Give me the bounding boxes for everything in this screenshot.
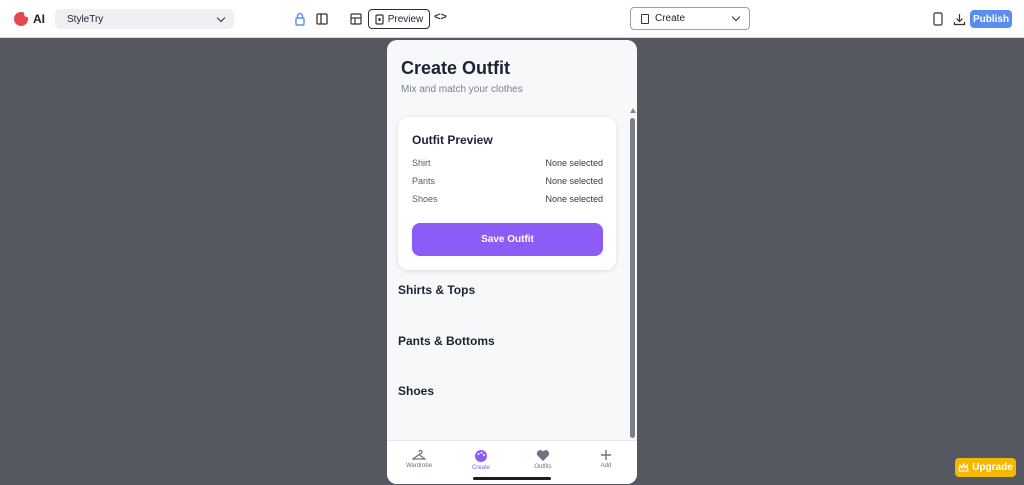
row-value: None selected (545, 158, 603, 168)
palette-icon (475, 450, 487, 462)
section-shirts-tops[interactable]: Shirts & Tops (398, 283, 475, 297)
row-label: Shirt (412, 158, 431, 168)
phone-preview: Create Outfit Mix and match your clothes… (387, 40, 637, 484)
pants-row: Pants None selected (412, 176, 603, 186)
upgrade-label: Upgrade (972, 462, 1013, 473)
project-select[interactable]: StyleTry (55, 9, 234, 29)
shirt-row: Shirt None selected (412, 158, 603, 168)
card-title: Outfit Preview (412, 133, 493, 147)
heart-icon (536, 450, 550, 461)
nav-label: Wardrobe (405, 463, 433, 469)
nav-label: Create (471, 465, 490, 471)
shoes-row: Shoes None selected (412, 194, 603, 204)
ai-label: AI (33, 12, 45, 26)
app-logo[interactable]: AI (14, 10, 45, 28)
layout-icon[interactable] (348, 11, 364, 27)
plus-icon (601, 450, 611, 460)
logo-icon (14, 11, 30, 26)
nav-item-wardrobe[interactable]: Wardrobe (394, 449, 444, 469)
crown-icon (958, 463, 969, 472)
split-view-icon[interactable] (314, 11, 330, 27)
document-icon (641, 13, 649, 24)
section-shoes[interactable]: Shoes (398, 384, 434, 398)
hanger-icon (412, 449, 426, 460)
row-value: None selected (545, 194, 603, 204)
row-value: None selected (545, 176, 603, 186)
page-select[interactable]: Create (630, 7, 750, 30)
row-label: Pants (412, 176, 436, 186)
page-title: Create Outfit (401, 58, 511, 78)
save-outfit-button[interactable]: Save Outfit (412, 223, 603, 256)
nav-item-outfits[interactable]: Outfits (518, 449, 568, 470)
home-indicator (473, 477, 551, 480)
lock-icon[interactable] (292, 11, 308, 27)
nav-item-create[interactable]: Create (456, 449, 506, 471)
nav-label: Outfits (534, 464, 552, 470)
mobile-icon (375, 13, 384, 25)
chevron-down-icon (731, 12, 741, 22)
scrollbar-thumb[interactable] (630, 118, 635, 438)
row-label: Shoes (412, 194, 438, 204)
project-name: StyleTry (67, 13, 104, 25)
code-view-icon[interactable]: <> (434, 11, 447, 23)
page-select-value: Create (655, 13, 686, 24)
download-icon[interactable] (951, 11, 967, 27)
section-pants-bottoms[interactable]: Pants & Bottoms (398, 334, 495, 348)
scrollbar[interactable] (630, 108, 636, 440)
chevron-down-icon (216, 13, 226, 22)
scroll-up-arrow-icon[interactable] (630, 108, 636, 113)
page-subtitle: Mix and match your clothes (401, 84, 523, 95)
outfit-preview-card: Outfit Preview Shirt None selected Pants… (398, 117, 616, 270)
nav-label: Add (600, 463, 612, 469)
publish-button[interactable]: Publish (970, 10, 1012, 28)
preview-label: Preview (387, 13, 424, 25)
nav-item-add[interactable]: Add (581, 449, 631, 469)
upgrade-button[interactable]: Upgrade (955, 458, 1016, 477)
device-icon[interactable] (930, 11, 946, 27)
preview-button[interactable]: Preview (368, 9, 430, 29)
top-toolbar: AI StyleTry Preview <> Create Publish (0, 0, 1024, 38)
